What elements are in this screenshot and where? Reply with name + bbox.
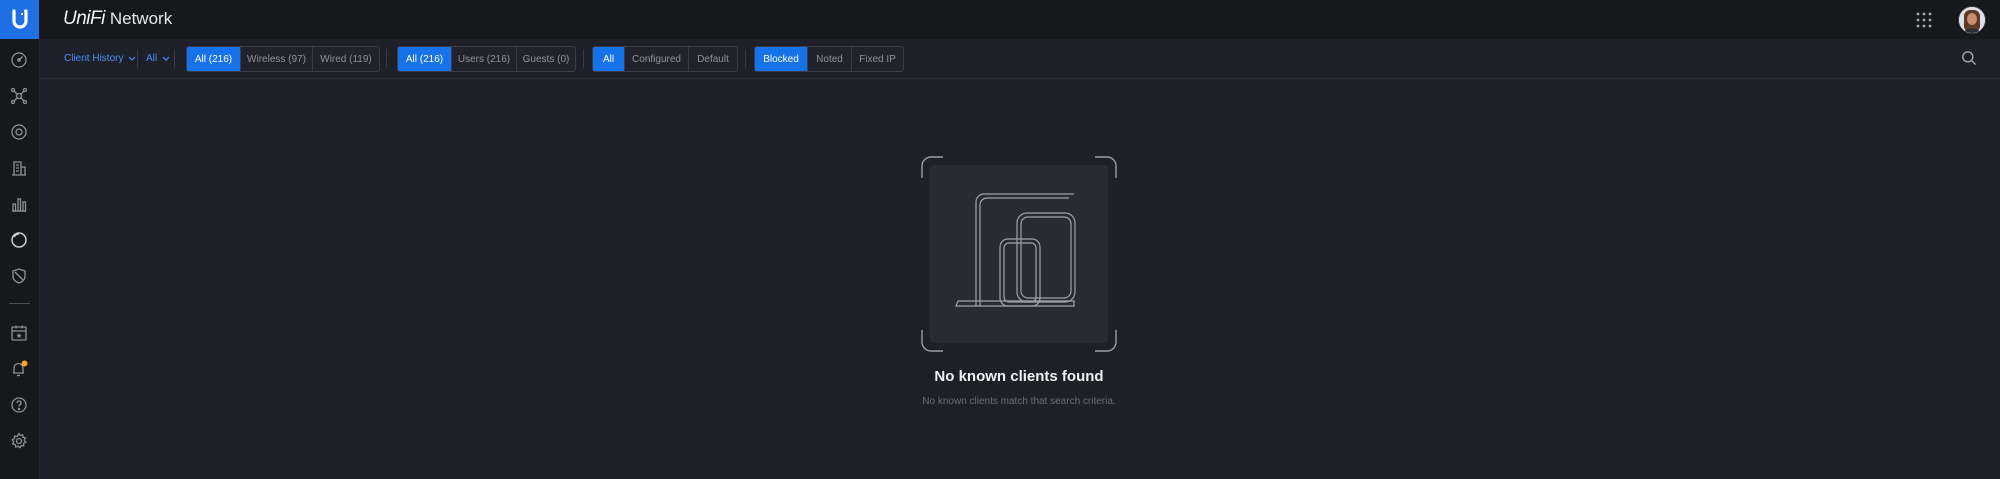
- chevron-down-icon: [129, 56, 136, 61]
- empty-state-subtitle: No known clients match that search crite…: [922, 396, 1116, 407]
- brand-unifi: UniFi: [63, 8, 105, 29]
- chevron-down-icon: [162, 56, 170, 61]
- filter-noted[interactable]: Noted: [807, 47, 851, 71]
- sidebar-divider: [9, 303, 30, 304]
- top-bar: UniFi Network: [0, 0, 2000, 39]
- help-circle-icon[interactable]: [9, 395, 29, 415]
- scope-dropdown[interactable]: All: [146, 39, 170, 78]
- filter-blocked[interactable]: Blocked: [755, 47, 807, 71]
- filter-guests[interactable]: Guests (0): [516, 47, 575, 71]
- filter-wired[interactable]: Wired (119): [312, 47, 379, 71]
- toolbar-divider: [583, 49, 584, 68]
- filter-wireless[interactable]: Wireless (97): [240, 47, 312, 71]
- bell-icon[interactable]: [9, 359, 29, 379]
- filter-all-connections[interactable]: All (216): [187, 47, 240, 71]
- filter-fixed-ip[interactable]: Fixed IP: [851, 47, 903, 71]
- toolbar-divider: [386, 49, 387, 68]
- empty-state-title: No known clients found: [934, 368, 1104, 385]
- brand: UniFi Network: [63, 8, 172, 32]
- bar-chart-icon[interactable]: [9, 194, 29, 214]
- scope-label: All: [146, 53, 158, 64]
- toolbar-divider: [745, 49, 746, 68]
- grid-apps-icon[interactable]: [1914, 10, 1934, 30]
- connection-filter: All (216) Wireless (97) Wired (119): [186, 46, 380, 72]
- ubiquiti-logo-icon[interactable]: [0, 0, 39, 39]
- toolbar-divider: [137, 49, 138, 68]
- topology-icon[interactable]: [9, 86, 29, 106]
- filter-all-types[interactable]: All (216): [398, 47, 451, 71]
- config-filter: All Configured Default: [592, 46, 738, 72]
- no-clients-illustration-icon: [921, 156, 1117, 352]
- status-filter: Blocked Noted Fixed IP: [754, 46, 904, 72]
- sidebar: [0, 39, 40, 479]
- pie-icon[interactable]: [9, 230, 29, 250]
- filter-users[interactable]: Users (216): [451, 47, 516, 71]
- client-history-dropdown[interactable]: Client History: [64, 39, 136, 78]
- client-history-label: Client History: [64, 53, 124, 64]
- speedometer-icon[interactable]: [9, 50, 29, 70]
- brand-network: Network: [109, 9, 173, 28]
- building-icon[interactable]: [9, 158, 29, 178]
- filter-default[interactable]: Default: [688, 47, 737, 71]
- filter-toolbar: Client History All All (216) Wireless (9…: [40, 39, 2000, 79]
- user-avatar[interactable]: [1958, 6, 1986, 34]
- shield-icon[interactable]: [9, 266, 29, 286]
- calendar-star-icon[interactable]: [9, 323, 29, 343]
- filter-configured[interactable]: Configured: [624, 47, 688, 71]
- gear-icon[interactable]: [9, 431, 29, 451]
- filter-all-config[interactable]: All: [593, 47, 624, 71]
- toolbar-divider: [174, 49, 175, 68]
- client-type-filter: All (216) Users (216) Guests (0): [397, 46, 576, 72]
- search-icon[interactable]: [1961, 50, 1977, 66]
- target-icon[interactable]: [9, 122, 29, 142]
